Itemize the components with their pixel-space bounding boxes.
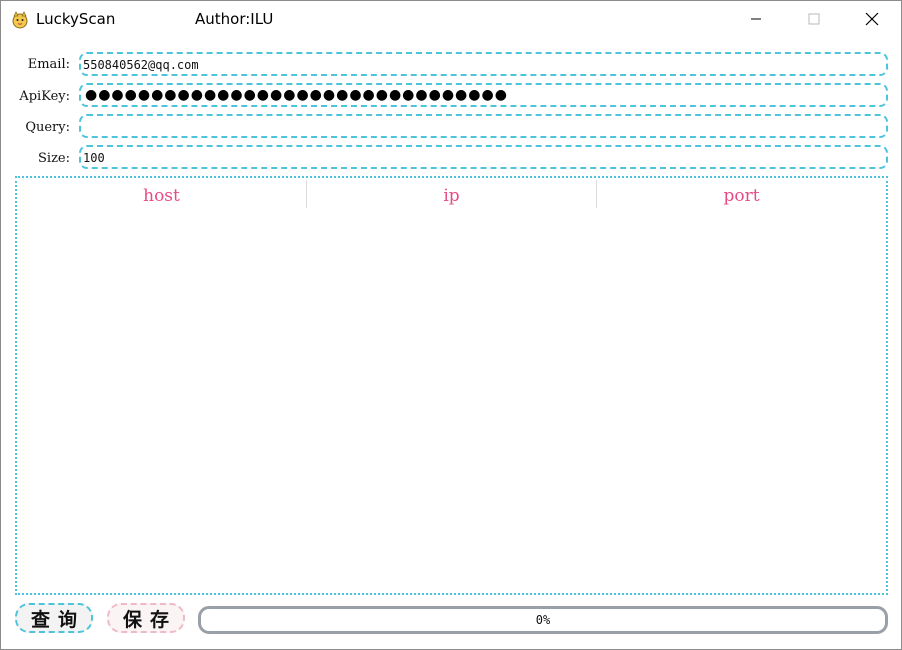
close-icon	[865, 12, 879, 26]
title-bar[interactable]: LuckyScan Author:ILU	[1, 1, 901, 39]
minimize-icon	[751, 18, 761, 20]
column-header-host[interactable]: host	[17, 180, 307, 208]
apikey-masked-value: ●●●●●●●●●●●●●●●●●●●●●●●●●●●●●●●●	[85, 87, 508, 103]
apikey-field[interactable]: ●●●●●●●●●●●●●●●●●●●●●●●●●●●●●●●●	[79, 83, 888, 107]
maximize-icon	[808, 13, 820, 25]
progress-label: 0%	[535, 613, 551, 627]
maximize-button[interactable]	[791, 1, 837, 37]
email-field[interactable]	[81, 55, 873, 75]
lucky-cat-icon	[12, 11, 28, 29]
size-label: Size:	[38, 151, 70, 166]
main-window: LuckyScan Author:ILU Email: ApiKey: ●●●●…	[0, 0, 902, 650]
author-label: Author:ILU	[195, 10, 274, 28]
email-label: Email:	[27, 57, 70, 72]
email-field-box	[79, 52, 888, 76]
minimize-button[interactable]	[733, 1, 779, 37]
app-title: LuckyScan	[36, 10, 116, 28]
query-label: Query:	[25, 120, 70, 135]
progress-bar: 0%	[198, 606, 888, 634]
column-header-ip[interactable]: ip	[307, 180, 597, 208]
apikey-label: ApiKey:	[19, 89, 70, 104]
query-button[interactable]: 查询	[15, 603, 93, 633]
query-field[interactable]	[81, 117, 873, 137]
save-button[interactable]: 保存	[107, 603, 185, 633]
table-header: host ip port	[17, 178, 886, 210]
size-field-box	[79, 145, 888, 169]
close-button[interactable]	[849, 1, 895, 37]
results-table[interactable]: host ip port	[15, 176, 888, 595]
column-header-port[interactable]: port	[597, 180, 886, 208]
size-field[interactable]	[81, 148, 873, 168]
query-field-box	[79, 114, 888, 138]
